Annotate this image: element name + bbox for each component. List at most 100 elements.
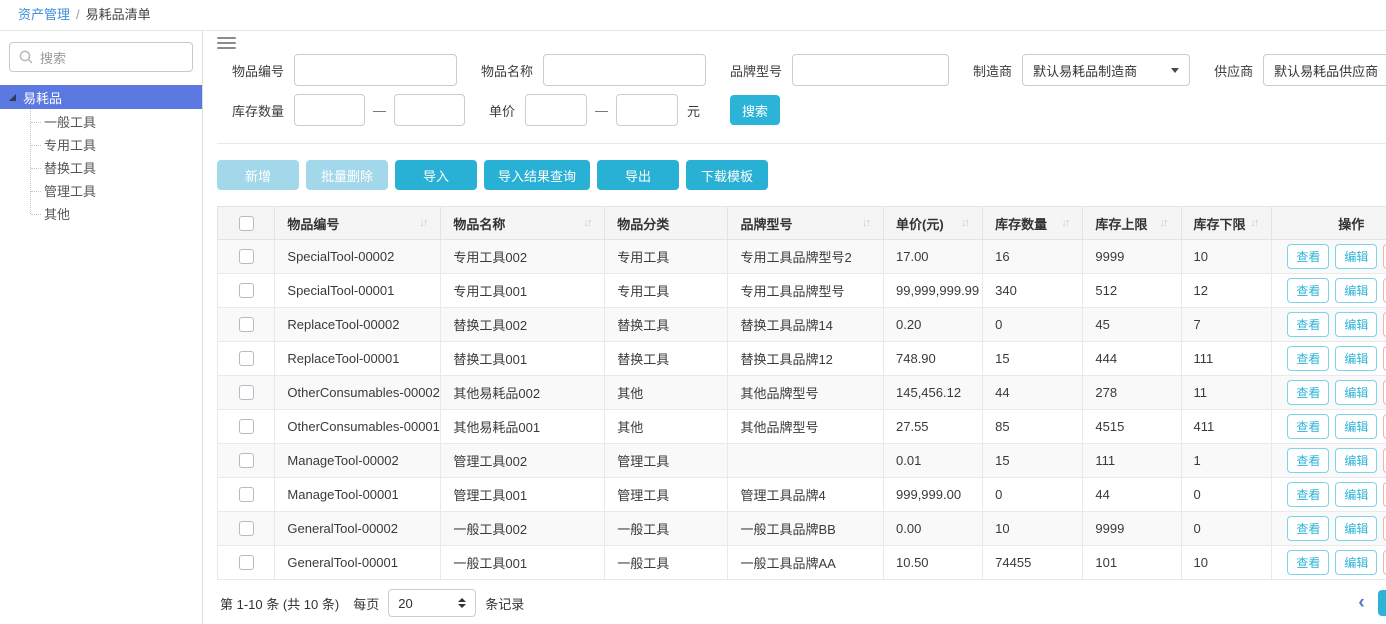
search-button[interactable]: 搜索 [730,95,780,125]
sort-icon[interactable]: ↓↑ [1160,217,1169,229]
view-button[interactable]: 查看 [1287,244,1329,269]
item-code-input[interactable] [294,54,457,86]
prev-page-button[interactable]: ‹ [1358,590,1364,616]
sidebar-toggle-icon[interactable] [217,37,236,49]
view-button[interactable]: 查看 [1287,550,1329,575]
column-header-checkbox [218,207,275,240]
checkbox-cell [218,478,275,512]
column-header-lower[interactable]: 库存下限↓↑ [1181,207,1272,240]
sort-icon[interactable]: ↓↑ [583,217,592,229]
batch-delete-button[interactable]: 批量删除 [306,160,388,190]
row-checkbox[interactable] [239,385,254,400]
cell-model: 替换工具品牌14 [728,308,884,342]
sort-icon[interactable]: ↓↑ [961,217,970,229]
sort-icon[interactable]: ↓↑ [862,217,871,229]
stock-qty-min-input[interactable] [294,94,365,126]
tree-search-input[interactable]: 搜索 [9,42,193,72]
edit-button[interactable]: 编辑 [1335,414,1377,439]
cell-lower: 11 [1181,376,1272,410]
toolbar: 新增批量删除导入导入结果查询导出下载模板 [217,160,1386,190]
consumables-table: 物品编号↓↑物品名称↓↑物品分类品牌型号↓↑单价(元)↓↑库存数量↓↑库存上限↓… [217,206,1386,580]
sort-icon[interactable]: ↓↑ [419,217,428,229]
view-button[interactable]: 查看 [1287,312,1329,337]
edit-button[interactable]: 编辑 [1335,278,1377,303]
download-template-button[interactable]: 下载模板 [686,160,768,190]
cell-category: 替换工具 [605,308,728,342]
edit-button[interactable]: 编辑 [1335,380,1377,405]
category-sidebar: 搜索 易耗品 一般工具专用工具替换工具管理工具其他 [0,31,203,624]
cell-price: 0.00 [884,512,983,546]
table-row: SpecialTool-00002专用工具002专用工具专用工具品牌型号217.… [218,240,1386,274]
unit-price-label: 单价 [489,101,515,120]
export-button[interactable]: 导出 [597,160,679,190]
cell-stock: 10 [983,512,1083,546]
row-checkbox[interactable] [239,283,254,298]
edit-button[interactable]: 编辑 [1335,244,1377,269]
actions-cell: 查看编辑删除 [1272,308,1386,342]
table-row: OtherConsumables-00001其他易耗品001其他其他品牌型号27… [218,410,1386,444]
page-1-button[interactable]: 1 [1378,590,1386,616]
row-checkbox[interactable] [239,555,254,570]
import-button[interactable]: 导入 [395,160,477,190]
row-checkbox[interactable] [239,351,254,366]
tree-node-special-tools[interactable]: 专用工具 [0,134,202,157]
edit-button[interactable]: 编辑 [1335,312,1377,337]
edit-button[interactable]: 编辑 [1335,448,1377,473]
cell-price: 99,999,999.99 [884,274,983,308]
view-button[interactable]: 查看 [1287,346,1329,371]
breadcrumb-separator: / [76,7,80,22]
stock-qty-max-input[interactable] [394,94,465,126]
breadcrumb-link-asset-management[interactable]: 资产管理 [18,7,70,22]
tree-node-others[interactable]: 其他 [0,203,202,226]
add-button[interactable]: 新增 [217,160,299,190]
manufacturer-label: 制造商 [973,61,1012,80]
cell-name: 专用工具001 [441,274,605,308]
manufacturer-select[interactable]: 默认易耗品制造商 [1022,54,1190,86]
brand-model-input[interactable] [792,54,949,86]
import-result-query-button[interactable]: 导入结果查询 [484,160,590,190]
column-header-price[interactable]: 单价(元) ↓↑ [884,207,983,240]
table-row: ManageTool-00002管理工具002管理工具0.01151111查看编… [218,444,1386,478]
table-footer: 第 1-10 条 (共 10 条) 每页 20 条记录 ‹ 1 › [217,589,1386,617]
row-checkbox[interactable] [239,453,254,468]
triangle-expanded-icon[interactable] [9,94,16,101]
edit-button[interactable]: 编辑 [1335,346,1377,371]
view-button[interactable]: 查看 [1287,278,1329,303]
unit-price-min-input[interactable] [525,94,587,126]
row-checkbox[interactable] [239,521,254,536]
checkbox-cell [218,444,275,478]
edit-button[interactable]: 编辑 [1335,482,1377,507]
select-all-checkbox[interactable] [239,216,254,231]
checkbox-cell [218,376,275,410]
row-checkbox[interactable] [239,317,254,332]
view-button[interactable]: 查看 [1287,482,1329,507]
checkbox-cell [218,308,275,342]
table-row: ManageTool-00001管理工具001管理工具管理工具品牌4999,99… [218,478,1386,512]
tree-node-general-tools[interactable]: 一般工具 [0,111,202,134]
sort-icon[interactable]: ↓↑ [1061,217,1070,229]
row-checkbox[interactable] [239,249,254,264]
column-header-name[interactable]: 物品名称↓↑ [441,207,605,240]
view-button[interactable]: 查看 [1287,516,1329,541]
sort-icon[interactable]: ↓↑ [1250,217,1259,229]
edit-button[interactable]: 编辑 [1335,550,1377,575]
edit-button[interactable]: 编辑 [1335,516,1377,541]
column-header-stock[interactable]: 库存数量↓↑ [983,207,1083,240]
row-checkbox[interactable] [239,487,254,502]
tree-node-consumables-root[interactable]: 易耗品 [0,85,202,109]
column-header-upper[interactable]: 库存上限↓↑ [1083,207,1181,240]
filter-row-2: 库存数量 — 单价 — 元 搜索 [217,94,1386,126]
tree-node-replace-tools[interactable]: 替换工具 [0,157,202,180]
column-header-model[interactable]: 品牌型号↓↑ [728,207,884,240]
unit-price-max-input[interactable] [616,94,678,126]
view-button[interactable]: 查看 [1287,414,1329,439]
column-header-code[interactable]: 物品编号↓↑ [275,207,441,240]
tree-node-manage-tools[interactable]: 管理工具 [0,180,202,203]
view-button[interactable]: 查看 [1287,380,1329,405]
item-name-input[interactable] [543,54,706,86]
supplier-select[interactable]: 默认易耗品供应商 [1263,54,1386,86]
column-label: 单价(元) [896,214,944,233]
view-button[interactable]: 查看 [1287,448,1329,473]
row-checkbox[interactable] [239,419,254,434]
page-size-select[interactable]: 20 [388,589,476,617]
